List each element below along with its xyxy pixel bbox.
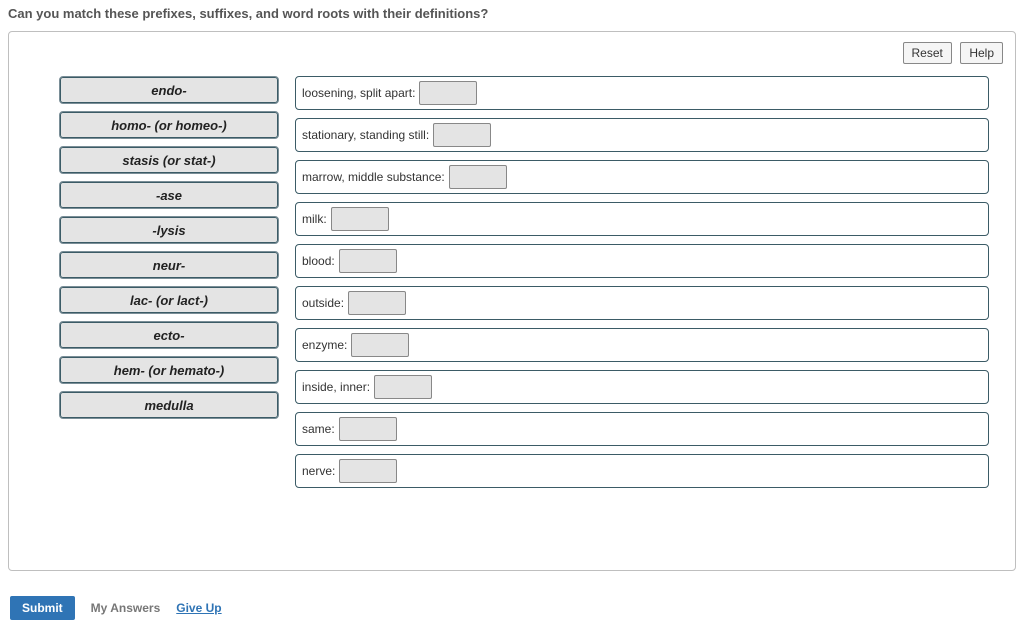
definition-label: outside: xyxy=(300,296,348,310)
give-up-link[interactable]: Give Up xyxy=(176,601,221,615)
definition-row: marrow, middle substance: xyxy=(295,160,989,194)
help-button[interactable]: Help xyxy=(960,42,1003,64)
definition-row: outside: xyxy=(295,286,989,320)
term-chip[interactable]: -ase xyxy=(59,181,279,209)
term-chip[interactable]: endo- xyxy=(59,76,279,104)
question-prompt: Can you match these prefixes, suffixes, … xyxy=(0,0,1024,29)
term-chip[interactable]: neur- xyxy=(59,251,279,279)
drop-slot[interactable] xyxy=(348,291,406,315)
drop-slot[interactable] xyxy=(331,207,389,231)
definition-row: blood: xyxy=(295,244,989,278)
drop-slot[interactable] xyxy=(433,123,491,147)
definition-row: same: xyxy=(295,412,989,446)
drop-slot[interactable] xyxy=(419,81,477,105)
drop-slot[interactable] xyxy=(339,249,397,273)
my-answers-label: My Answers xyxy=(91,601,161,615)
term-chip[interactable]: stasis (or stat-) xyxy=(59,146,279,174)
definition-label: marrow, middle substance: xyxy=(300,170,449,184)
submit-button[interactable]: Submit xyxy=(10,596,75,620)
definition-label: enzyme: xyxy=(300,338,351,352)
definition-label: loosening, split apart: xyxy=(300,86,419,100)
definition-row: milk: xyxy=(295,202,989,236)
drop-slot[interactable] xyxy=(374,375,432,399)
definition-row: stationary, standing still: xyxy=(295,118,989,152)
footer-bar: Submit My Answers Give Up xyxy=(10,596,222,620)
definition-row: loosening, split apart: xyxy=(295,76,989,110)
definition-label: same: xyxy=(300,422,339,436)
drop-slot[interactable] xyxy=(339,459,397,483)
term-chip[interactable]: homo- (or homeo-) xyxy=(59,111,279,139)
definitions-column: loosening, split apart: stationary, stan… xyxy=(295,76,989,496)
term-chip[interactable]: hem- (or hemato-) xyxy=(59,356,279,384)
definition-row: nerve: xyxy=(295,454,989,488)
term-chip[interactable]: -lysis xyxy=(59,216,279,244)
drop-slot[interactable] xyxy=(339,417,397,441)
term-chip[interactable]: ecto- xyxy=(59,321,279,349)
definition-label: inside, inner: xyxy=(300,380,374,394)
drop-slot[interactable] xyxy=(351,333,409,357)
exercise-panel: Reset Help endo- homo- (or homeo-) stasi… xyxy=(8,31,1016,571)
definition-row: enzyme: xyxy=(295,328,989,362)
definition-label: milk: xyxy=(300,212,331,226)
definition-row: inside, inner: xyxy=(295,370,989,404)
terms-column: endo- homo- (or homeo-) stasis (or stat-… xyxy=(59,76,279,496)
definition-label: stationary, standing still: xyxy=(300,128,433,142)
reset-button[interactable]: Reset xyxy=(903,42,952,64)
definition-label: blood: xyxy=(300,254,339,268)
drop-slot[interactable] xyxy=(449,165,507,189)
term-chip[interactable]: lac- (or lact-) xyxy=(59,286,279,314)
term-chip[interactable]: medulla xyxy=(59,391,279,419)
definition-label: nerve: xyxy=(300,464,339,478)
